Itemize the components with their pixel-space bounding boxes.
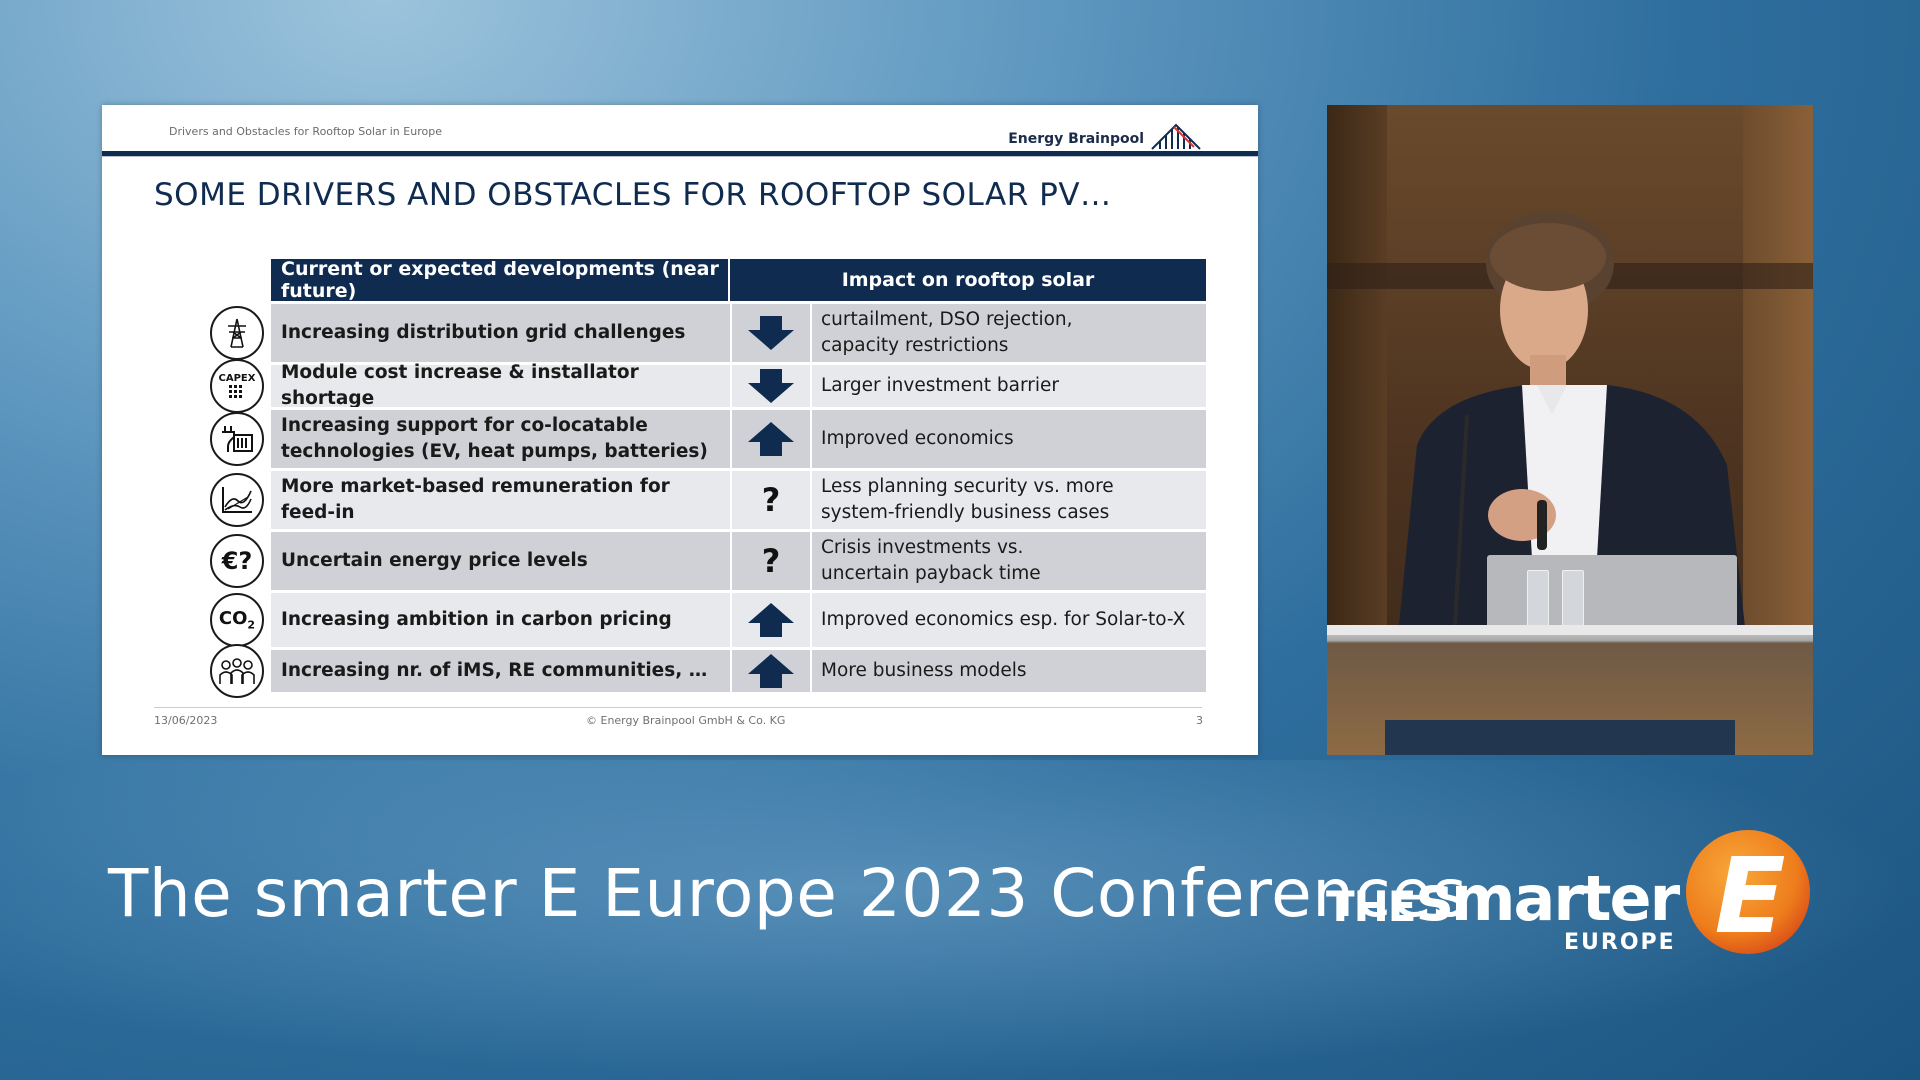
orange-e-mark-icon: E bbox=[1686, 830, 1810, 956]
impact-symbol-cell bbox=[732, 365, 810, 407]
table-row: €? Uncertain energy price levels ? Crisi… bbox=[210, 529, 1206, 590]
impact-cell: curtailment, DSO rejection, capacity rest… bbox=[812, 304, 1206, 362]
development-cell: Increasing nr. of iMS, RE communities, … bbox=[271, 650, 730, 692]
euro-question-icon: €? bbox=[210, 534, 264, 588]
development-cell: Uncertain energy price levels bbox=[271, 532, 730, 590]
calculator-grid-icon bbox=[228, 384, 242, 398]
impact-cell: Improved economics bbox=[812, 410, 1206, 468]
impact-cell: Larger investment barrier bbox=[812, 365, 1206, 407]
table-row: CO2 Increasing ambition in carbon pricin… bbox=[210, 590, 1206, 647]
impact-cell: More business models bbox=[812, 650, 1206, 692]
table-row: Increasing nr. of iMS, RE communities, …… bbox=[210, 644, 1206, 698]
logo-the: THE bbox=[1326, 882, 1416, 931]
presentation-slide: Drivers and Obstacles for Rooftop Solar … bbox=[102, 105, 1258, 755]
plug-battery-icon bbox=[210, 412, 264, 466]
impact-line-1: Crisis investments vs. bbox=[821, 537, 1024, 558]
question-mark: ? bbox=[761, 542, 781, 580]
impact-cell: Improved economics esp. for Solar-to-X bbox=[812, 593, 1206, 647]
question-mark: ? bbox=[761, 481, 781, 519]
co2-icon-subscript: 2 bbox=[247, 618, 256, 632]
impact-line-1: curtailment, DSO rejection, bbox=[821, 309, 1073, 330]
conference-title: The smarter E Europe 2023 Conferences bbox=[108, 855, 1468, 932]
impact-symbol-cell bbox=[732, 304, 810, 362]
table-row: Increasing distribution grid challenges … bbox=[210, 301, 1206, 362]
impact-line-2: system-friendly business cases bbox=[821, 502, 1110, 523]
drivers-obstacles-table: Current or expected developments (near f… bbox=[210, 258, 1206, 698]
brainpool-logo-icon bbox=[1151, 123, 1201, 150]
water-glass-image bbox=[1562, 570, 1584, 630]
the-smarter-e-logo: THE smarter EUROPE E bbox=[1326, 828, 1816, 958]
slide-title: SOME DRIVERS AND OBSTACLES FOR ROOFTOP S… bbox=[154, 177, 1112, 213]
development-cell: Increasing distribution grid challenges bbox=[271, 304, 730, 362]
market-chart-icon bbox=[210, 473, 264, 527]
column-header-impact: Impact on rooftop solar bbox=[841, 269, 1095, 291]
column-header-developments: Current or expected developments (near f… bbox=[271, 258, 730, 302]
development-cell: Increasing support for co-locatable techn… bbox=[271, 410, 730, 468]
logo-letter-e: E bbox=[1714, 835, 1785, 956]
podium-screen bbox=[1385, 720, 1735, 755]
podium-rail bbox=[1327, 625, 1813, 635]
capex-icon: CAPEX bbox=[210, 359, 264, 413]
co2-icon: CO2 bbox=[210, 593, 264, 647]
logo-europe: EUROPE bbox=[1564, 930, 1676, 955]
logo-smarter: smarter bbox=[1416, 862, 1680, 935]
brand: Energy Brainpool bbox=[1008, 115, 1202, 151]
capex-icon-label: CAPEX bbox=[218, 372, 256, 384]
impact-line-1: Less planning security vs. more bbox=[821, 476, 1114, 497]
table-row: More market-based remuneration for feed-… bbox=[210, 468, 1206, 529]
arrow-up-icon bbox=[748, 654, 794, 688]
slide-page-number: 3 bbox=[1196, 714, 1203, 727]
arrow-down-icon bbox=[748, 369, 794, 403]
impact-symbol-cell bbox=[732, 650, 810, 692]
community-icon bbox=[210, 644, 264, 698]
development-line-1: Increasing support for co-locatable bbox=[281, 415, 648, 436]
footer-rule bbox=[154, 707, 1202, 708]
co2-icon-label: CO bbox=[218, 608, 248, 630]
speaker-video bbox=[1327, 105, 1813, 755]
slide-footer-copyright: © Energy Brainpool GmbH & Co. KG bbox=[586, 714, 786, 727]
table-row: CAPEX Module cost increase & installator… bbox=[210, 359, 1206, 413]
impact-cell: Less planning security vs. more system-fr… bbox=[812, 471, 1206, 529]
arrow-up-icon bbox=[748, 422, 794, 456]
table-header: Current or expected developments (near f… bbox=[271, 258, 1206, 302]
brand-name: Energy Brainpool bbox=[1008, 131, 1144, 147]
impact-symbol-cell bbox=[732, 593, 810, 647]
development-line-2: technologies (EV, heat pumps, batteries) bbox=[281, 441, 708, 462]
impact-symbol-cell: ? bbox=[732, 471, 810, 529]
development-cell: Increasing ambition in carbon pricing bbox=[271, 593, 730, 647]
slide-header-subtitle: Drivers and Obstacles for Rooftop Solar … bbox=[169, 125, 442, 138]
header-rule bbox=[102, 151, 1258, 157]
laptop-image bbox=[1487, 555, 1737, 625]
impact-symbol-cell bbox=[732, 410, 810, 468]
water-glass-image bbox=[1527, 570, 1549, 630]
development-cell: More market-based remuneration for feed-… bbox=[271, 471, 730, 529]
impact-cell: Crisis investments vs. uncertain payback … bbox=[812, 532, 1206, 590]
impact-line-2: uncertain payback time bbox=[821, 563, 1041, 584]
impact-symbol-cell: ? bbox=[732, 532, 810, 590]
impact-line-2: capacity restrictions bbox=[821, 335, 1009, 356]
slide-footer-date: 13/06/2023 bbox=[154, 714, 218, 727]
power-tower-icon bbox=[210, 306, 264, 360]
euro-question-icon-label: €? bbox=[221, 547, 253, 575]
table-row: Increasing support for co-locatable techn… bbox=[210, 407, 1206, 468]
arrow-down-icon bbox=[748, 316, 794, 350]
arrow-up-icon bbox=[748, 603, 794, 637]
development-cell: Module cost increase & installator short… bbox=[271, 362, 730, 409]
